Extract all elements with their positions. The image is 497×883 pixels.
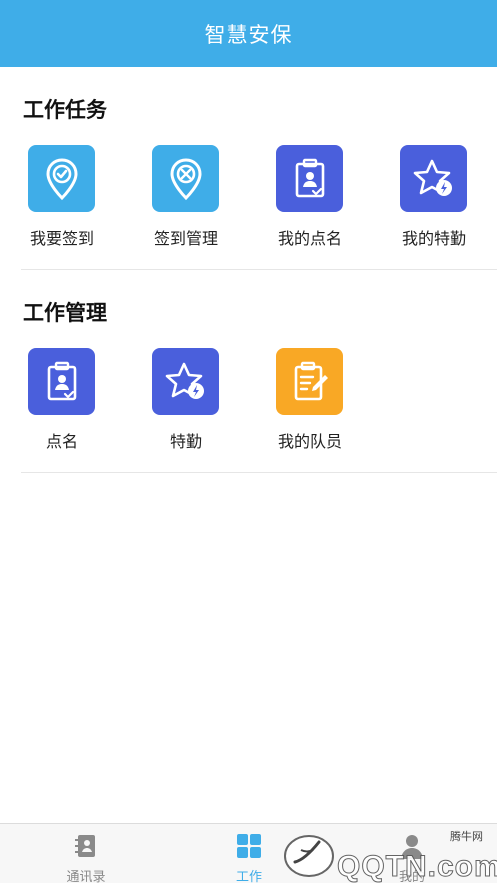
section-work-management: 工作管理 点名 特勤 我的队员 [0, 270, 497, 473]
grid-item-my-rollcall[interactable]: 我的点名 [248, 145, 372, 255]
location-check-icon [28, 145, 95, 212]
grid-item-checkin-management[interactable]: 签到管理 [124, 145, 248, 255]
grid-item-my-team[interactable]: 我的队员 [248, 348, 372, 458]
clipboard-person-icon [28, 348, 95, 415]
grid-icon [237, 834, 261, 858]
grid-item-label: 点名 [45, 432, 78, 451]
grid-item-label: 我的点名 [277, 229, 342, 248]
tab-work[interactable]: 工作 [187, 824, 311, 883]
grid-item-checkin[interactable]: 我要签到 [0, 145, 124, 255]
app-header: 智慧安保 [0, 0, 497, 67]
tab-label: 我的 [398, 870, 425, 883]
contacts-book-icon [75, 835, 95, 857]
star-lightning-icon [152, 348, 219, 415]
grid-item-label: 签到管理 [153, 229, 218, 248]
grid-item-special-duty[interactable]: 特勤 [124, 348, 248, 458]
star-lightning-icon [400, 145, 467, 212]
page-title: 智慧安保 [204, 22, 293, 47]
bottom-tab-bar: 通讯录 工作 我的 [0, 823, 497, 883]
grid-item-rollcall[interactable]: 点名 [0, 348, 124, 458]
divider [21, 472, 497, 473]
grid-item-label: 特勤 [169, 432, 202, 451]
person-icon [401, 835, 423, 859]
tab-label: 工作 [235, 870, 262, 883]
location-tools-icon [152, 145, 219, 212]
tab-label: 通讯录 [66, 870, 106, 883]
grid-item-my-special-duty[interactable]: 我的特勤 [372, 145, 496, 255]
grid-item-label: 我的队员 [277, 432, 342, 451]
grid-item-label: 我的特勤 [401, 229, 466, 248]
section-title: 工作任务 [23, 98, 107, 122]
section-title: 工作管理 [23, 301, 107, 325]
clipboard-person-icon [276, 145, 343, 212]
tab-mine[interactable]: 我的 [350, 824, 474, 883]
tab-contacts[interactable]: 通讯录 [24, 824, 148, 883]
grid-item-label: 我要签到 [29, 229, 94, 248]
section-work-tasks: 工作任务 我要签到 签到管理 我的点名 我的特勤 [0, 67, 497, 270]
clipboard-edit-icon [276, 348, 343, 415]
